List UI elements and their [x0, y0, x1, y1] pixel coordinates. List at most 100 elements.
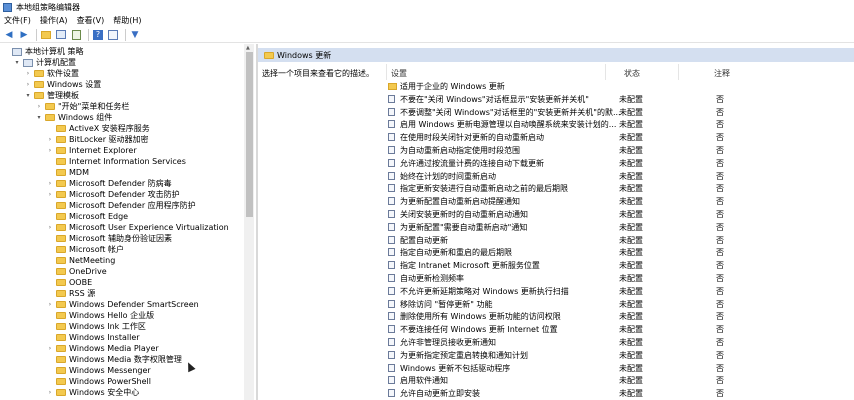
- tree-item[interactable]: › "开始"菜单和任务栏: [35, 101, 130, 112]
- tree-item[interactable]: Microsoft 帐户: [46, 244, 124, 255]
- scroll-up-arrow-icon[interactable]: ▲: [246, 45, 250, 51]
- tree-item[interactable]: Windows Hello 企业版: [46, 310, 154, 321]
- chevron-right-icon[interactable]: ›: [46, 191, 54, 198]
- table-row[interactable]: 关闭安装更新时的自动重新启动通知 未配置 否: [388, 208, 854, 220]
- tree-item[interactable]: Microsoft Edge: [46, 211, 128, 222]
- setting-name: 关闭安装更新时的自动重新启动通知: [400, 210, 528, 219]
- chevron-right-icon[interactable]: ›: [46, 345, 54, 352]
- tree-item[interactable]: › 软件设置: [24, 68, 79, 79]
- tree-item[interactable]: Microsoft 辅助身份验证因素: [46, 233, 172, 244]
- tree-item[interactable]: Windows Media 数字权限管理: [46, 354, 182, 365]
- export-icon[interactable]: [70, 29, 82, 41]
- chevron-right-icon[interactable]: ›: [24, 81, 32, 88]
- forward-arrow-icon[interactable]: ▶: [18, 29, 30, 41]
- table-row[interactable]: 为更新指定预定重启转换和通知计划 未配置 否: [388, 349, 854, 361]
- setting-note: 否: [716, 235, 724, 245]
- chevron-down-icon[interactable]: ▾: [13, 59, 21, 66]
- tree-item[interactable]: ActiveX 安装程序服务: [46, 123, 150, 134]
- tree-item[interactable]: › Windows 设置: [24, 79, 101, 90]
- tree-item[interactable]: NetMeeting: [46, 255, 115, 266]
- chevron-down-icon[interactable]: ▾: [24, 92, 32, 99]
- column-header-setting[interactable]: 设置: [391, 68, 407, 79]
- chevron-right-icon[interactable]: ›: [46, 180, 54, 187]
- tree-item[interactable]: Windows Installer: [46, 332, 140, 343]
- column-header-note[interactable]: 注释: [714, 68, 730, 79]
- table-row[interactable]: 适用于企业的 Windows 更新: [388, 80, 854, 92]
- menu-help[interactable]: 帮助(H): [113, 15, 141, 26]
- table-row[interactable]: 不要在"关闭 Windows"对话框显示"安装更新并关机" 未配置 否: [388, 93, 854, 105]
- back-arrow-icon[interactable]: ◀: [3, 29, 15, 41]
- tree-item[interactable]: ▾ 管理模板: [24, 90, 79, 101]
- table-row[interactable]: 为更新配置"需要自动重新启动"通知 未配置 否: [388, 221, 854, 233]
- table-row[interactable]: 不要连接任何 Windows 更新 Internet 位置 未配置 否: [388, 323, 854, 335]
- filter-icon[interactable]: ▼: [129, 29, 141, 41]
- chevron-right-icon[interactable]: ›: [46, 147, 54, 154]
- tree-item[interactable]: Windows PowerShell: [46, 376, 151, 387]
- setting-state: 未配置: [619, 312, 643, 322]
- table-row[interactable]: 在使用时段关闭针对更新的自动重新启动 未配置 否: [388, 131, 854, 143]
- tree-item[interactable]: › Microsoft Defender 防病毒: [46, 178, 172, 189]
- show-hide-tree-icon[interactable]: [55, 29, 67, 41]
- tree-item[interactable]: OOBE: [46, 277, 92, 288]
- table-row[interactable]: 不要调整"关闭 Windows"对话框里的"安装更新并关机"的默... 未配置 否: [388, 106, 854, 118]
- chevron-right-icon[interactable]: ›: [46, 224, 54, 231]
- tree-pane: 本地计算机 策略 ▾ 计算机配置 › 软件设置 › Windows 设置 ▾ 管理模板 › "开始"…: [0, 44, 256, 400]
- tree-item[interactable]: Windows Ink 工作区: [46, 321, 146, 332]
- table-row[interactable]: 为自动重新启动指定使用时段范围 未配置 否: [388, 144, 854, 156]
- chevron-right-icon[interactable]: ›: [24, 70, 32, 77]
- tree-item[interactable]: RSS 源: [46, 288, 95, 299]
- tree-item[interactable]: › Internet Explorer: [46, 145, 137, 156]
- tree-item[interactable]: › Windows Defender SmartScreen: [46, 299, 199, 310]
- table-row[interactable]: 指定更新安装进行自动重新启动之前的最后期限 未配置 否: [388, 182, 854, 194]
- table-row[interactable]: 指定 Intranet Microsoft 更新服务位置 未配置 否: [388, 259, 854, 271]
- table-row[interactable]: 配置自动更新 未配置 否: [388, 234, 854, 246]
- table-row[interactable]: 删除使用所有 Windows 更新功能的访问权限 未配置 否: [388, 310, 854, 322]
- tree-item[interactable]: Windows Messenger: [46, 365, 151, 376]
- tree-item[interactable]: Internet Information Services: [46, 156, 186, 167]
- tree-item[interactable]: › Windows 安全中心: [46, 387, 139, 398]
- table-row[interactable]: 启用 Windows 更新电源管理以自动唤醒系统来安装计划的... 未配置 否: [388, 118, 854, 130]
- chevron-right-icon[interactable]: ›: [46, 389, 54, 396]
- column-divider[interactable]: [605, 64, 606, 80]
- column-divider[interactable]: [678, 64, 679, 80]
- table-row[interactable]: 不允许更新延期策略对 Windows 更新执行扫描 未配置 否: [388, 285, 854, 297]
- column-header-state[interactable]: 状态: [624, 68, 640, 79]
- chevron-right-icon[interactable]: ›: [46, 136, 54, 143]
- table-row[interactable]: 允许自动更新立即安装 未配置 否: [388, 387, 854, 399]
- chevron-right-icon[interactable]: ›: [35, 103, 43, 110]
- help-icon[interactable]: ?: [92, 29, 104, 41]
- menu-action[interactable]: 操作(A): [40, 15, 68, 26]
- table-row[interactable]: 允许通过按流量计费的连接自动下载更新 未配置 否: [388, 157, 854, 169]
- table-row[interactable]: 允许非管理员接收更新通知 未配置 否: [388, 336, 854, 348]
- setting-state: 未配置: [619, 350, 643, 360]
- table-row[interactable]: 启用软件通知 未配置 否: [388, 374, 854, 386]
- table-row[interactable]: 指定自动更新和重启的最后期限 未配置 否: [388, 246, 854, 258]
- tree-item[interactable]: 本地计算机 策略: [2, 46, 84, 57]
- table-row[interactable]: 自动更新检测频率 未配置 否: [388, 272, 854, 284]
- menu-file[interactable]: 文件(F): [4, 15, 31, 26]
- table-row[interactable]: Windows 更新不包括驱动程序 未配置 否: [388, 362, 854, 374]
- tree-item[interactable]: › Microsoft User Experience Virtualizatio…: [46, 222, 229, 233]
- chevron-right-icon[interactable]: ›: [46, 301, 54, 308]
- tree-item[interactable]: ▾ 计算机配置: [13, 57, 76, 68]
- tree-item[interactable]: › Microsoft Defender 攻击防护: [46, 189, 180, 200]
- properties-icon[interactable]: [107, 29, 119, 41]
- tree-item[interactable]: ▾ Windows 组件: [35, 112, 112, 123]
- tree-scroll-thumb[interactable]: [246, 52, 253, 217]
- tree-item[interactable]: MDM: [46, 167, 89, 178]
- table-row[interactable]: 始终在计划的时间重新启动 未配置 否: [388, 170, 854, 182]
- tree-item[interactable]: Microsoft Defender 应用程序防护: [46, 200, 196, 211]
- tree-item-label: "开始"菜单和任务栏: [58, 102, 130, 111]
- folder-icon: [56, 367, 66, 374]
- tree-item[interactable]: › Windows Media Player: [46, 343, 159, 354]
- menu-view[interactable]: 查看(V): [77, 15, 105, 26]
- setting-note: 否: [716, 158, 724, 168]
- table-row[interactable]: 为更新配置自动重新启动提醒通知 未配置 否: [388, 195, 854, 207]
- tree-item-label: Internet Information Services: [69, 157, 186, 166]
- table-row[interactable]: 移除访问 "暂停更新" 功能 未配置 否: [388, 298, 854, 310]
- setting-state: 未配置: [619, 235, 643, 245]
- tree-item[interactable]: › BitLocker 驱动器加密: [46, 134, 149, 145]
- chevron-down-icon[interactable]: ▾: [35, 114, 43, 121]
- folder-up-icon[interactable]: [40, 29, 52, 41]
- tree-item[interactable]: OneDrive: [46, 266, 107, 277]
